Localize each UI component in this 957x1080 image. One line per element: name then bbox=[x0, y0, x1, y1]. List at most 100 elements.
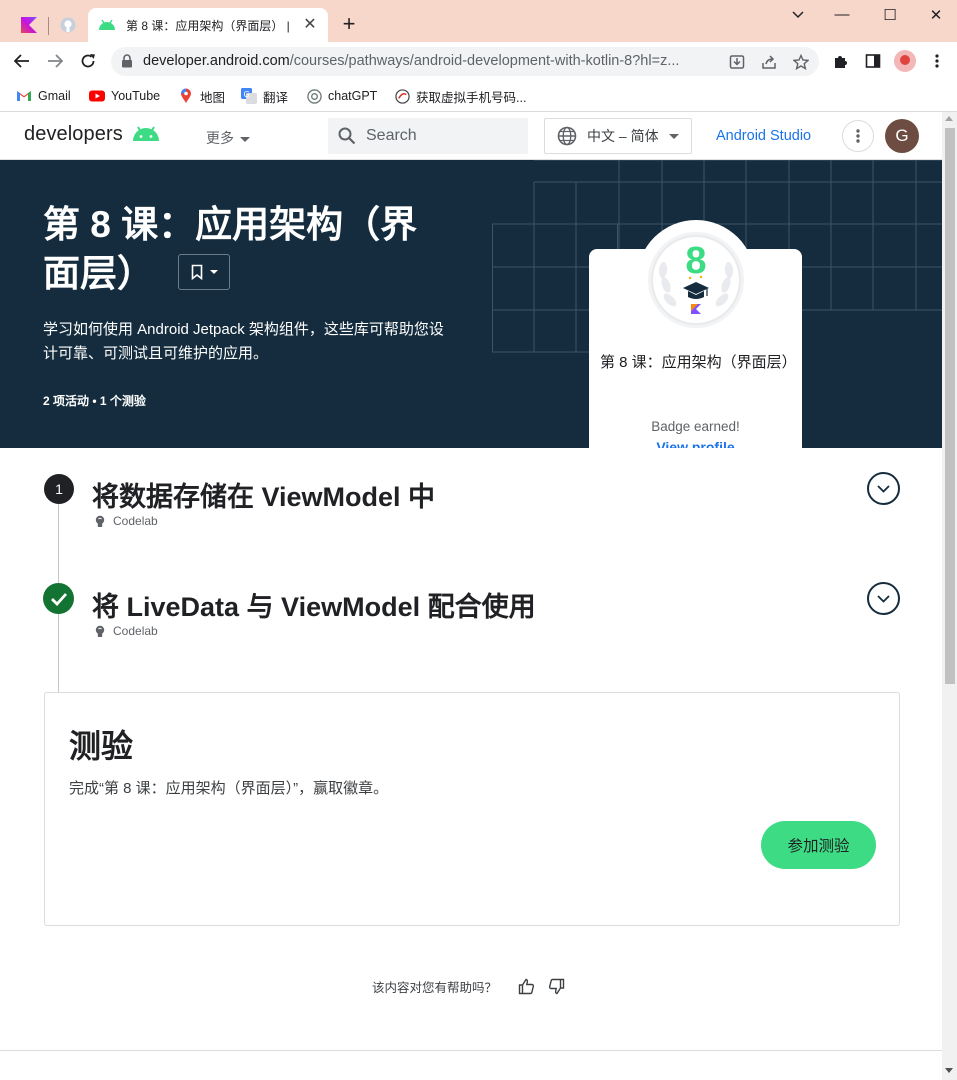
active-tab[interactable]: 第 8 课：应用架构（界面层） | ✕ bbox=[88, 8, 328, 42]
badge-number: 8 bbox=[685, 240, 706, 282]
android-head-icon bbox=[133, 126, 159, 141]
scrollbar-thumb[interactable] bbox=[945, 128, 955, 684]
step-title[interactable]: 将 LiveData 与 ViewModel 配合使用 bbox=[92, 585, 536, 624]
scroll-up-arrow-icon[interactable] bbox=[945, 116, 953, 121]
feedback-question: 该内容对您有帮助吗？ bbox=[372, 980, 498, 995]
thumbs-up-button[interactable] bbox=[516, 976, 536, 996]
svg-text:G: G bbox=[244, 90, 250, 99]
back-button[interactable] bbox=[11, 50, 33, 72]
step-type-label: Codelab bbox=[113, 514, 158, 528]
tab-title: 第 8 课：应用架构（界面层） | bbox=[126, 18, 290, 33]
reload-icon bbox=[81, 54, 95, 68]
step-title[interactable]: 将数据存储在 ViewModel 中 bbox=[92, 475, 435, 514]
url-path: /courses/pathways/android-development-wi… bbox=[289, 53, 680, 69]
quiz-card: 测验 完成“第 8 课：应用架构（界面层）”，赢取徽章。 参加测验 bbox=[44, 692, 900, 926]
kotlin-pinned-tab[interactable] bbox=[14, 10, 44, 40]
developers-logo[interactable]: developers bbox=[24, 123, 123, 146]
scroll-down-arrow-icon[interactable] bbox=[945, 1068, 953, 1073]
quiz-title: 测验 bbox=[69, 728, 134, 764]
step-type: Codelab bbox=[94, 514, 158, 528]
browser-menu-icon[interactable] bbox=[928, 52, 946, 70]
new-tab-button[interactable]: + bbox=[338, 13, 360, 35]
android-studio-link[interactable]: Android Studio bbox=[716, 128, 811, 144]
lock-icon[interactable] bbox=[121, 54, 133, 73]
search-icon bbox=[338, 127, 356, 145]
maps-icon bbox=[178, 88, 194, 104]
course-hero: 第 8 课：应用架构（界 面层） 学习如何使用 Android Jetpack … bbox=[0, 160, 942, 448]
badge-earned-text: Badge earned! bbox=[651, 419, 740, 434]
search-input[interactable] bbox=[366, 124, 516, 148]
minimize-button[interactable]: — bbox=[832, 6, 852, 23]
take-quiz-button[interactable]: 参加测验 bbox=[761, 821, 876, 869]
bookmark-translate[interactable]: G 翻译 bbox=[241, 86, 288, 106]
view-profile-link[interactable]: View profile bbox=[600, 439, 791, 448]
arrow-left-icon bbox=[14, 54, 29, 68]
bookmark-chatgpt[interactable]: chatGPT bbox=[306, 86, 377, 106]
lightbulb-icon bbox=[95, 515, 105, 527]
maximize-button[interactable]: ☐ bbox=[880, 6, 900, 24]
url-text: developer.android.com/courses/pathways/a… bbox=[143, 53, 718, 69]
url-host: developer.android.com bbox=[143, 53, 290, 69]
bookmark-label: 获取虚拟手机号码... bbox=[416, 90, 527, 105]
step-type-label: Codelab bbox=[113, 624, 158, 638]
more-menu-label: 更多 bbox=[206, 130, 234, 146]
github-pinned-tab[interactable] bbox=[53, 10, 83, 40]
course-meta: 2 项活动 • 1 个测验 bbox=[43, 394, 146, 408]
github-icon bbox=[60, 17, 76, 33]
page-title: 第 8 课：应用架构（界 面层） bbox=[43, 200, 453, 298]
site-search[interactable] bbox=[328, 118, 528, 154]
forward-button[interactable] bbox=[44, 50, 66, 72]
globe-icon bbox=[557, 126, 577, 146]
language-label: 中文 – 简体 bbox=[587, 128, 659, 144]
bookmark-label: chatGPT bbox=[328, 89, 378, 103]
bookmark-label: 翻译 bbox=[263, 90, 289, 105]
caret-down-icon bbox=[209, 270, 218, 274]
chevron-down-icon bbox=[877, 484, 890, 493]
course-description: 学习如何使用 Android Jetpack 架构组件，这些库可帮助您设计可靠、… bbox=[43, 321, 444, 362]
footer-divider bbox=[0, 1050, 942, 1051]
more-vert-icon bbox=[856, 129, 860, 143]
more-menu[interactable]: 更多 bbox=[206, 128, 250, 148]
browser-toolbar: developer.android.com/courses/pathways/a… bbox=[0, 42, 957, 80]
arrow-right-icon bbox=[48, 54, 63, 68]
bookmarks-bar: Gmail YouTube 地图 G 翻译 chatGPT 获取虚拟手机号码..… bbox=[0, 80, 957, 112]
extensions-puzzle-icon[interactable] bbox=[832, 52, 850, 70]
bookmark-maps[interactable]: 地图 bbox=[178, 86, 225, 106]
browser-profile-avatar[interactable] bbox=[894, 50, 916, 72]
reload-button[interactable] bbox=[77, 50, 99, 72]
tab-search-chevron-down-icon[interactable] bbox=[788, 6, 808, 23]
thumbs-down-button[interactable] bbox=[546, 976, 566, 996]
bookmark-icon bbox=[191, 264, 202, 280]
step-type: Codelab bbox=[94, 624, 158, 638]
tab-separator bbox=[48, 17, 49, 35]
more-options-button[interactable] bbox=[842, 120, 874, 152]
android-icon bbox=[99, 19, 115, 30]
bookmark-virtual-number[interactable]: 获取虚拟手机号码... bbox=[394, 86, 526, 106]
language-selector[interactable]: 中文 – 简体 bbox=[544, 118, 692, 154]
quiz-description: 完成“第 8 课：应用架构（界面层）”，赢取徽章。 bbox=[69, 780, 389, 797]
bookmark-label: 地图 bbox=[200, 90, 226, 105]
close-window-button[interactable]: ✕ bbox=[926, 6, 946, 24]
expand-step-button[interactable] bbox=[867, 582, 900, 615]
caret-down-icon bbox=[240, 136, 250, 142]
share-icon[interactable] bbox=[760, 53, 778, 71]
bookmark-label: YouTube bbox=[111, 89, 161, 103]
page-viewport: developers 更多 中文 – 简体 Android Studio G bbox=[0, 112, 942, 1080]
close-tab-icon[interactable]: ✕ bbox=[302, 17, 318, 33]
caret-down-icon bbox=[668, 133, 679, 139]
save-bookmark-button[interactable] bbox=[178, 254, 230, 290]
gmail-icon bbox=[16, 88, 32, 104]
bookmark-youtube[interactable]: YouTube bbox=[89, 86, 160, 106]
bookmark-star-icon[interactable] bbox=[792, 53, 810, 71]
chevron-down-icon bbox=[877, 594, 890, 603]
browser-tab-strip: 第 8 课：应用架构（界面层） | ✕ + — ☐ ✕ bbox=[0, 0, 957, 42]
user-avatar[interactable]: G bbox=[885, 119, 919, 153]
bookmark-gmail[interactable]: Gmail bbox=[16, 86, 71, 106]
site-icon bbox=[394, 88, 410, 104]
install-app-icon[interactable] bbox=[728, 53, 746, 71]
address-bar[interactable]: developer.android.com/courses/pathways/a… bbox=[111, 47, 819, 76]
expand-step-button[interactable] bbox=[867, 472, 900, 505]
page-title-line2: 面层） bbox=[43, 253, 154, 294]
side-panel-icon[interactable] bbox=[864, 52, 882, 70]
badge-icon: 8 bbox=[648, 232, 744, 328]
